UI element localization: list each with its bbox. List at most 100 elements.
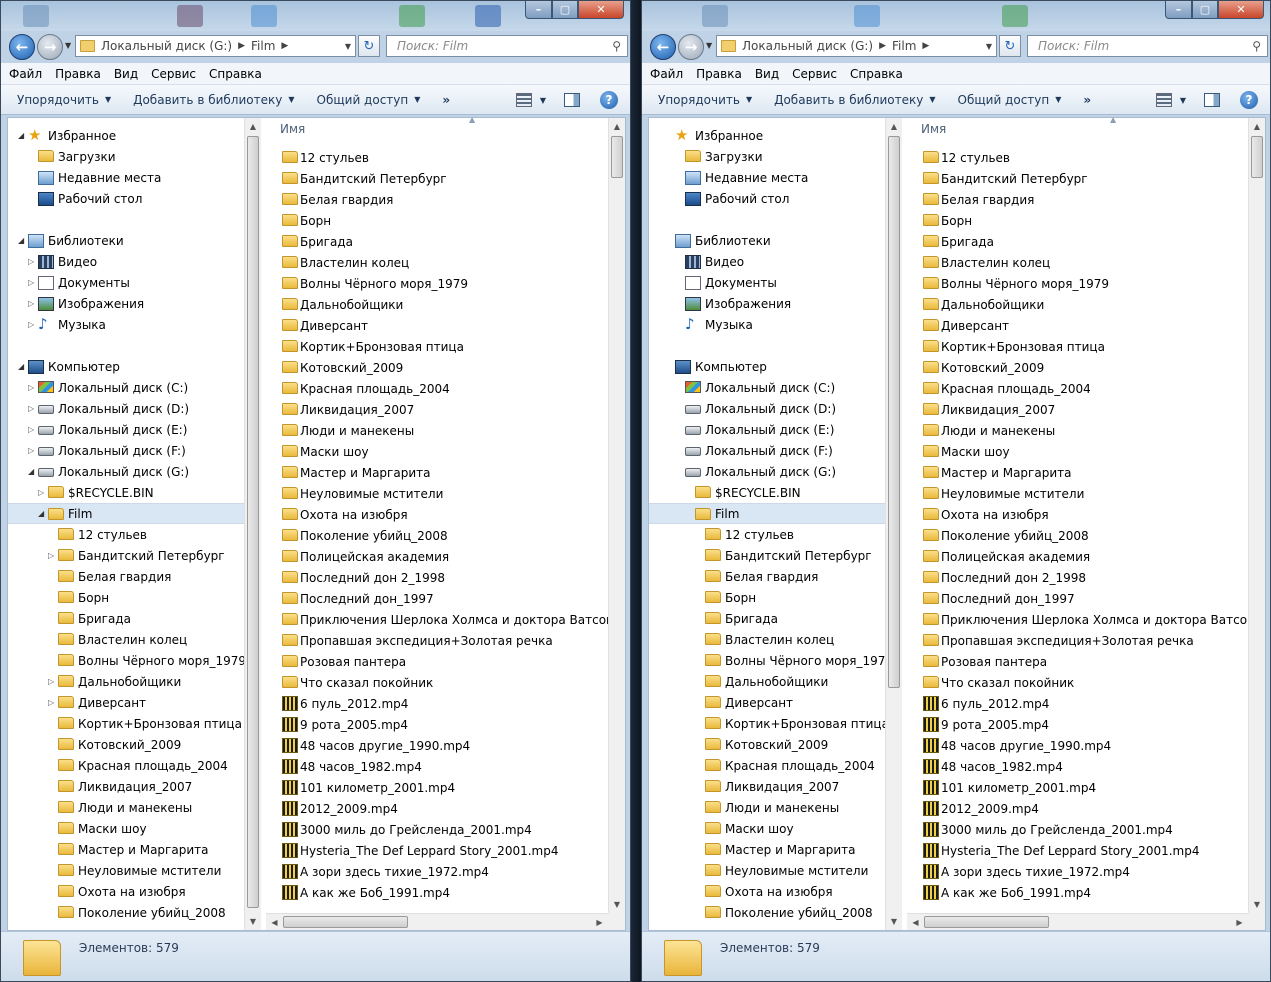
nav-tree-item[interactable]: ▷ Локальный диск (E:) [8,419,244,440]
file-list-scrollbar[interactable]: ▲ ▼ [1248,118,1265,930]
nav-tree-item[interactable]: Диверсант [649,692,885,713]
nav-tree-item[interactable]: Локальный диск (F:) [649,440,885,461]
nav-tree-item[interactable]: Мастер и Маргарита [8,839,244,860]
nav-tree-item[interactable]: ▷ Локальный диск (F:) [8,440,244,461]
nav-tree-item[interactable]: Охота на изюбря [8,881,244,902]
expand-arrow-icon[interactable]: ▷ [28,257,34,266]
scroll-down-icon[interactable]: ▼ [609,896,625,913]
address-segment-drive[interactable]: Локальный диск (G:) [742,39,873,53]
collapse-arrow-icon[interactable]: ◢ [28,467,34,476]
nav-tree-item[interactable]: ▷ Видео [8,251,244,272]
nav-tree-item[interactable]: Красная площадь_2004 [8,755,244,776]
forward-button[interactable]: → [37,34,63,60]
nav-tree-item[interactable]: Видео [649,251,885,272]
view-options-dropdown-icon[interactable]: ▼ [540,96,546,105]
nav-tree-item[interactable]: Ликвидация_2007 [649,776,885,797]
collapse-arrow-icon[interactable]: ◢ [38,509,44,518]
nav-tree-item[interactable]: Котовский_2009 [649,734,885,755]
organize-button[interactable]: Упорядочить ▼ [17,93,111,107]
nav-tree-item[interactable]: ▷ ♪ Музыка [8,314,244,335]
nav-tree-item[interactable]: ▷ Диверсант [8,692,244,713]
expand-arrow-icon[interactable]: ▷ [48,677,54,686]
expand-arrow-icon[interactable]: ▷ [28,278,34,287]
search-icon[interactable]: ⚲ [1252,39,1261,53]
menu-view[interactable]: Вид [114,67,138,81]
nav-tree-item[interactable]: Кортик+Бронзовая птица [649,713,887,734]
nav-tree-item[interactable]: Маски шоу [649,818,885,839]
nav-tree-item[interactable]: ★ Избранное [649,125,885,146]
menu-file[interactable]: Файл [650,67,683,81]
expand-arrow-icon[interactable]: ▷ [28,320,34,329]
nav-tree-item[interactable]: Бригада [8,608,244,629]
scroll-up-icon[interactable]: ▲ [245,118,261,135]
nav-tree-item[interactable]: ▷ Локальный диск (D:) [8,398,244,419]
maximize-button[interactable]: ▢ [552,1,578,19]
minimize-button[interactable]: – [525,1,552,19]
refresh-button[interactable]: ↻ [358,35,380,57]
menu-edit[interactable]: Правка [55,67,101,81]
menu-tools[interactable]: Сервис [151,67,196,81]
nav-tree-item[interactable]: Локальный диск (D:) [649,398,885,419]
nav-tree-item[interactable]: Кортик+Бронзовая птица [8,713,244,734]
horizontal-scrollbar[interactable]: ◀ ▶ [907,913,1248,930]
address-dropdown-icon[interactable]: ▼ [986,42,992,51]
view-options-dropdown-icon[interactable]: ▼ [1180,96,1186,105]
search-input[interactable]: Поиск: Film ⚲ [1027,35,1268,57]
address-dropdown-icon[interactable]: ▼ [345,42,351,51]
back-button[interactable]: ← [650,34,676,60]
share-with-button[interactable]: Общий доступ ▼ [317,93,421,107]
scroll-left-icon[interactable]: ◀ [907,914,924,930]
breadcrumb-arrow-icon[interactable]: ▶ [922,41,929,51]
expand-arrow-icon[interactable]: ▷ [48,698,54,707]
recent-pages-dropdown-icon[interactable]: ▼ [65,41,71,50]
menu-file[interactable]: Файл [9,67,42,81]
scroll-down-icon[interactable]: ▼ [1249,896,1265,913]
scroll-right-icon[interactable]: ▶ [1231,914,1248,930]
expand-arrow-icon[interactable]: ▷ [48,551,54,560]
nav-tree-item[interactable]: 12 стульев [649,524,885,545]
breadcrumb-arrow-icon[interactable]: ▶ [281,41,288,51]
back-button[interactable]: ← [9,34,35,60]
change-view-icon[interactable] [515,93,532,107]
nav-tree-item[interactable]: Поколение убийц_2008 [649,902,885,923]
navigation-pane-scrollbar[interactable]: ▲ ▼ [244,118,261,930]
address-bar[interactable]: Локальный диск (G:) ▶ Film ▶ ▼ [75,35,356,57]
forward-button[interactable]: → [678,34,704,60]
nav-tree-item[interactable]: ◢ ★ Избранное [8,125,244,146]
nav-tree-item[interactable]: Рабочий стол [649,188,885,209]
file-list-scrollbar[interactable]: ▲ ▼ [608,118,625,930]
scroll-thumb[interactable] [247,136,259,908]
nav-tree-item[interactable]: ♪ Музыка [649,314,885,335]
nav-tree-item[interactable]: Волны Чёрного моря_1979 [8,650,246,671]
navigation-pane-scrollbar[interactable]: ▲ ▼ [885,118,902,930]
nav-tree-item[interactable]: Недавние места [649,167,885,188]
horizontal-scrollbar[interactable]: ◀ ▶ [266,913,608,930]
scroll-left-icon[interactable]: ◀ [266,914,283,930]
expand-arrow-icon[interactable]: ▷ [28,425,34,434]
menu-help[interactable]: Справка [209,67,262,81]
nav-tree-item[interactable]: ▷ Локальный диск (C:) [8,377,244,398]
nav-tree-item[interactable]: Борн [8,587,244,608]
collapse-arrow-icon[interactable]: ◢ [18,236,24,245]
breadcrumb-arrow-icon[interactable]: ▶ [238,41,245,51]
nav-tree-item[interactable]: Недавние места [8,167,244,188]
column-header-name[interactable]: Имя ▲ [266,118,625,140]
menu-edit[interactable]: Правка [696,67,742,81]
nav-tree-item[interactable]: ▷ Дальнобойщики [8,671,244,692]
help-icon[interactable]: ? [1240,91,1258,109]
horizontal-scroll-thumb[interactable] [924,916,1049,928]
address-segment-folder[interactable]: Film [251,39,275,53]
nav-tree-item[interactable]: Властелин колец [8,629,244,650]
nav-tree-item[interactable]: Локальный диск (E:) [649,419,885,440]
nav-tree-item[interactable]: Компьютер [649,356,885,377]
nav-tree-item[interactable]: Белая гвардия [8,566,244,587]
nav-tree-item[interactable]: ◢ Библиотеки [8,230,244,251]
nav-tree-item[interactable]: Мастер и Маргарита [649,839,885,860]
nav-tree-item[interactable]: Властелин колец [649,629,885,650]
nav-tree-item[interactable]: Котовский_2009 [8,734,244,755]
minimize-button[interactable]: – [1165,1,1192,19]
nav-tree-item[interactable]: Загрузки [8,146,244,167]
nav-tree-item[interactable]: Поколение убийц_2008 [8,902,244,923]
expand-arrow-icon[interactable]: ▷ [38,488,44,497]
address-bar[interactable]: Локальный диск (G:) ▶ Film ▶ ▼ [716,35,997,57]
